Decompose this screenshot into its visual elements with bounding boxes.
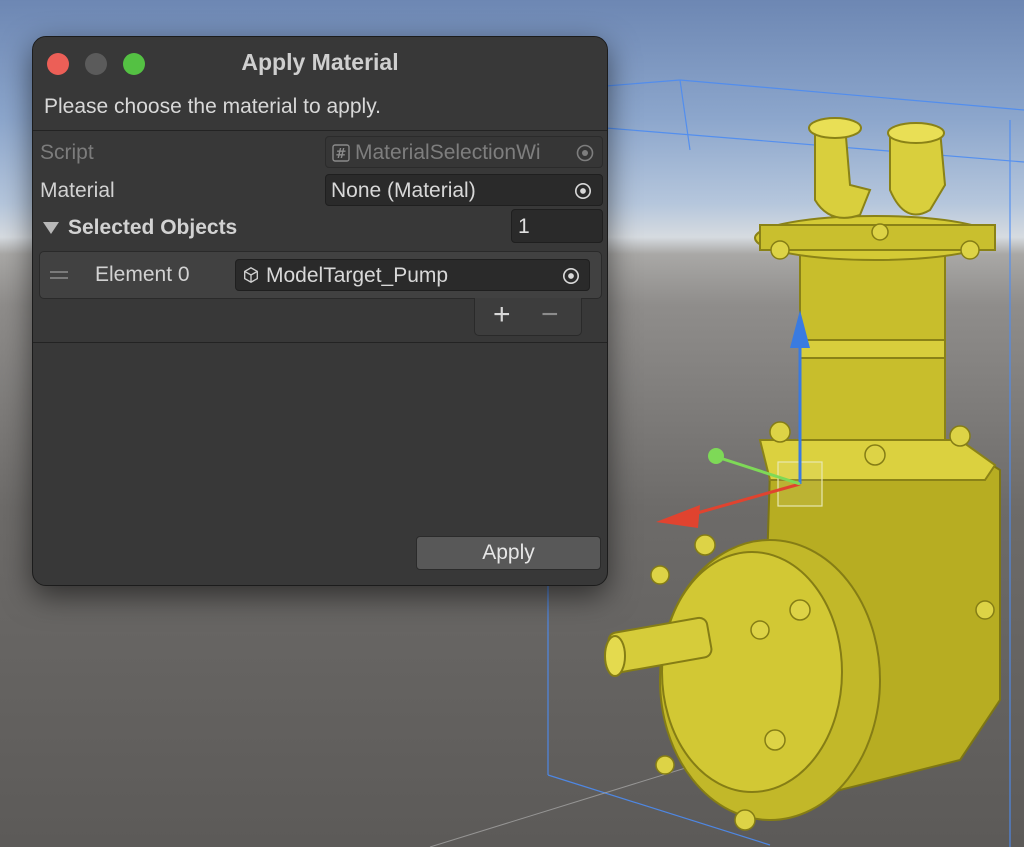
hash-script-icon: # [332, 144, 350, 162]
cube-icon [244, 267, 258, 283]
foldout-arrow-icon[interactable] [43, 222, 59, 234]
element-label: Element 0 [95, 263, 190, 286]
help-text: Please choose the material to apply. [44, 95, 381, 118]
object-picker-icon[interactable] [574, 182, 592, 200]
transform-gizmo[interactable] [656, 310, 823, 528]
object-picker-icon [576, 144, 594, 162]
selected-objects-label[interactable]: Selected Objects [68, 216, 237, 240]
add-element-button[interactable]: + [493, 298, 511, 332]
drag-handle-icon[interactable] [50, 271, 68, 283]
remove-element-button[interactable]: − [541, 298, 559, 332]
script-value: MaterialSelectionWi [355, 141, 541, 164]
script-field: # MaterialSelectionWi [325, 136, 603, 168]
window-title: Apply Material [241, 49, 399, 75]
array-size-input[interactable]: 1 [511, 209, 603, 243]
divider [33, 130, 607, 131]
array-size-value: 1 [518, 215, 530, 238]
selected-objects-list: Element 0 ModelTarget_Pump [39, 251, 602, 299]
svg-text:#: # [336, 147, 347, 162]
material-value: None (Material) [331, 179, 476, 202]
divider [33, 342, 607, 343]
script-label: Script [40, 141, 94, 164]
title-bar[interactable]: Apply Material [33, 37, 607, 89]
element-value: ModelTarget_Pump [266, 264, 449, 287]
element-field[interactable]: ModelTarget_Pump [235, 259, 590, 291]
material-field[interactable]: None (Material) [325, 174, 603, 206]
object-picker-icon[interactable] [562, 267, 580, 285]
material-label: Material [40, 179, 115, 202]
apply-material-window: Apply Material Please choose the materia… [32, 36, 608, 586]
list-footer: + − [474, 298, 582, 336]
apply-button[interactable]: Apply [416, 536, 601, 570]
